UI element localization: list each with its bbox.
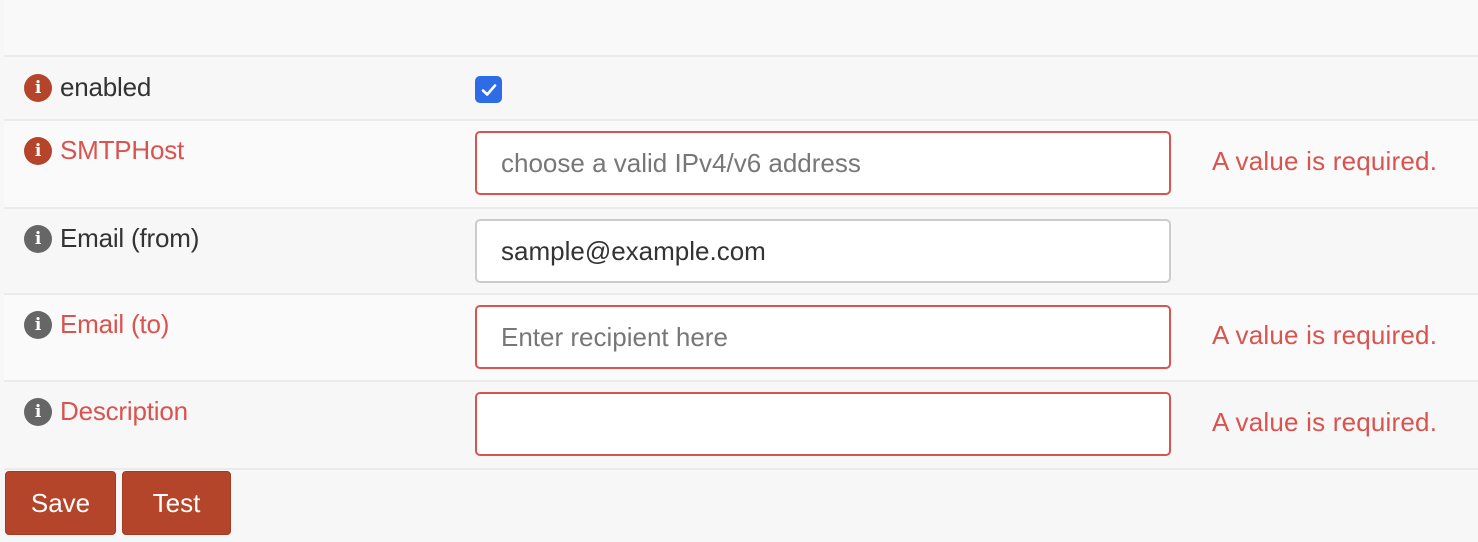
field-row-enabled: i enabled: [4, 57, 1478, 121]
test-button[interactable]: Test: [122, 471, 231, 535]
smtphost-error-message: A value is required.: [1212, 146, 1438, 176]
form-header-band: [4, 0, 1478, 57]
checkmark-icon: [481, 83, 496, 96]
email-from-input[interactable]: [475, 219, 1171, 283]
info-icon[interactable]: i: [24, 310, 52, 339]
label-text: SMTPHost: [60, 135, 185, 165]
description-input[interactable]: [475, 392, 1171, 456]
label-text: enabled: [60, 72, 152, 102]
info-icon[interactable]: i: [24, 397, 52, 426]
save-button[interactable]: Save: [5, 471, 116, 535]
field-label-email-to: i Email (to): [24, 309, 169, 340]
info-icon[interactable]: i: [24, 136, 52, 165]
label-text: Email (to): [60, 309, 170, 339]
field-row-description: i Description A value is required.: [4, 382, 1478, 470]
field-label-email-from: i Email (from): [24, 223, 199, 254]
description-error-message: A value is required.: [1212, 407, 1438, 437]
email-to-input[interactable]: [475, 305, 1171, 369]
info-icon[interactable]: i: [24, 73, 52, 102]
info-icon[interactable]: i: [24, 224, 52, 253]
label-text: Email (from): [60, 223, 200, 253]
smtp-settings-form: i enabled i SMTPHost A value is required…: [0, 0, 1478, 542]
field-label-smtphost: i SMTPHost: [24, 135, 184, 166]
email-to-error-message: A value is required.: [1212, 320, 1438, 350]
smtphost-input[interactable]: [475, 131, 1171, 195]
enabled-checkbox[interactable]: [475, 76, 502, 103]
field-row-email-from: i Email (from): [4, 209, 1478, 295]
field-label-description: i Description: [24, 396, 188, 427]
field-row-email-to: i Email (to) A value is required.: [4, 295, 1478, 382]
label-text: Description: [60, 396, 188, 426]
field-row-smtphost: i SMTPHost A value is required.: [4, 121, 1478, 209]
field-label-enabled: i enabled: [24, 72, 151, 103]
